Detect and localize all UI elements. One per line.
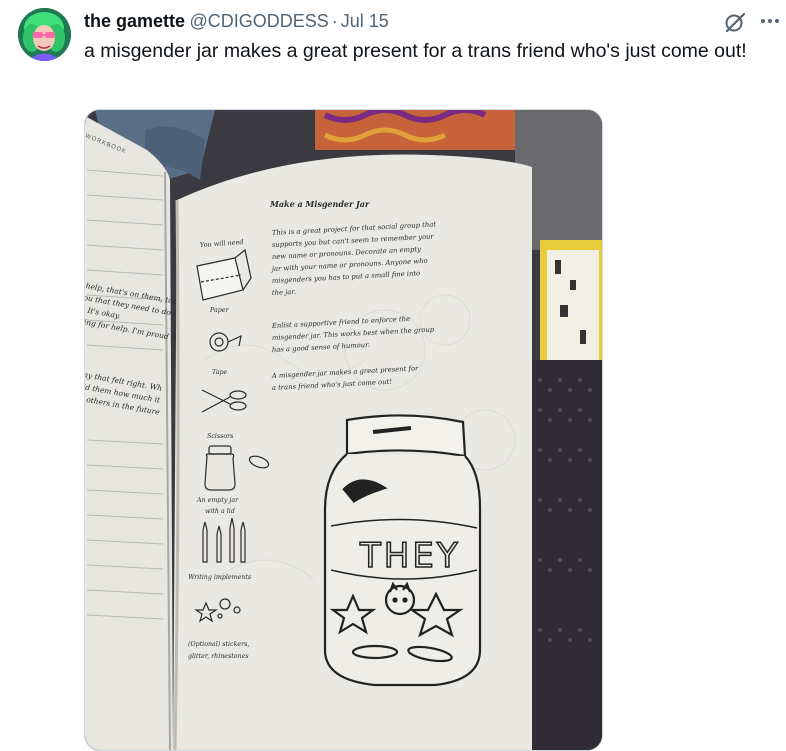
tweet-photo[interactable]: WORKBOOK help, that's on them, too so ou… bbox=[84, 109, 603, 751]
tweet-date[interactable]: Jul 15 bbox=[341, 11, 389, 31]
paragraph1-line: the jar. bbox=[272, 288, 297, 297]
user-handle[interactable]: @CDIGODDESS bbox=[189, 11, 328, 31]
material-label: Writing implements bbox=[188, 574, 252, 581]
material-label: An empty jar bbox=[196, 497, 239, 504]
avatar-image bbox=[18, 8, 71, 61]
jar-label: THEY bbox=[359, 536, 461, 576]
material-label: Scissors bbox=[207, 433, 234, 440]
book-photo: WORKBOOK help, that's on them, too so ou… bbox=[85, 110, 602, 750]
display-name[interactable]: the gamette bbox=[84, 11, 185, 31]
more-icon[interactable] bbox=[760, 10, 780, 32]
material-label: Paper bbox=[209, 307, 229, 314]
grok-icon[interactable] bbox=[724, 11, 746, 33]
jar-illustration: THEY bbox=[323, 414, 482, 687]
tweet-header: the gamette @CDIGODDESS · Jul 15 bbox=[84, 11, 706, 33]
separator-dot: · bbox=[331, 11, 338, 31]
material-label: (Optional) stickers, bbox=[188, 641, 249, 648]
material-label: with a lid bbox=[205, 508, 235, 515]
material-label: Tape bbox=[212, 369, 227, 376]
tweet-text: a misgender jar makes a great present fo… bbox=[84, 40, 747, 62]
page-title: Make a Misgender Jar bbox=[269, 199, 370, 209]
avatar[interactable] bbox=[18, 8, 71, 61]
material-label: glitter, rhinestones bbox=[188, 653, 249, 660]
